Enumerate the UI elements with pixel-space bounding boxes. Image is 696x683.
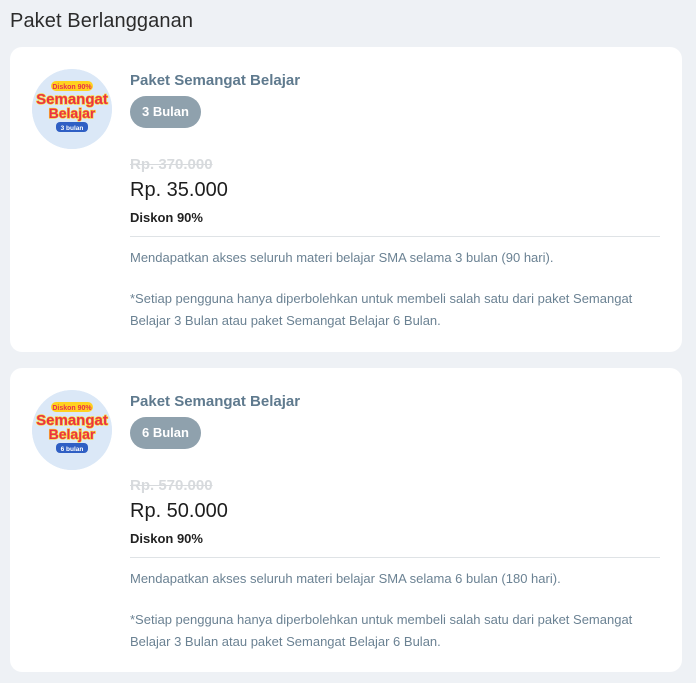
discounted-price: Rp. 35.000 xyxy=(130,179,228,201)
divider xyxy=(130,236,660,237)
package-description: Mendapatkan akses seluruh materi belajar… xyxy=(130,571,561,586)
svg-text:3 bulan: 3 bulan xyxy=(61,125,84,132)
package-name: Paket Semangat Belajar xyxy=(130,72,301,89)
package-card-6-months[interactable]: Diskon 90% Semangat Belajar 6 bulan Pake… xyxy=(10,368,682,672)
package-description: Mendapatkan akses seluruh materi belajar… xyxy=(130,250,554,265)
package-note: *Setiap pengguna hanya diperbolehkan unt… xyxy=(130,291,633,328)
duration-badge: 6 Bulan xyxy=(130,417,201,449)
duration-badge: 3 Bulan xyxy=(130,96,201,128)
svg-text:Belajar: Belajar xyxy=(49,105,96,121)
divider xyxy=(130,557,660,558)
svg-text:Belajar: Belajar xyxy=(49,426,96,442)
discount-label: Diskon 90% xyxy=(130,210,203,225)
semangat-belajar-logo-icon: Diskon 90% Semangat Belajar 6 bulan xyxy=(32,390,112,470)
svg-text:Diskon 90%: Diskon 90% xyxy=(52,405,92,412)
discounted-price: Rp. 50.000 xyxy=(130,500,228,522)
semangat-belajar-logo-icon: Diskon 90% Semangat Belajar 3 bulan xyxy=(32,69,112,149)
svg-text:Diskon 90%: Diskon 90% xyxy=(52,84,92,91)
svg-text:6 bulan: 6 bulan xyxy=(61,446,84,453)
original-price: Rp. 570.000 xyxy=(130,477,213,494)
package-card-3-months[interactable]: Diskon 90% Semangat Belajar 3 bulan Pake… xyxy=(10,47,682,352)
package-note: *Setiap pengguna hanya diperbolehkan unt… xyxy=(130,612,633,649)
discount-label: Diskon 90% xyxy=(130,531,203,546)
package-name: Paket Semangat Belajar xyxy=(130,393,301,410)
original-price: Rp. 370.000 xyxy=(130,156,213,173)
page-title: Paket Berlangganan xyxy=(10,10,194,32)
